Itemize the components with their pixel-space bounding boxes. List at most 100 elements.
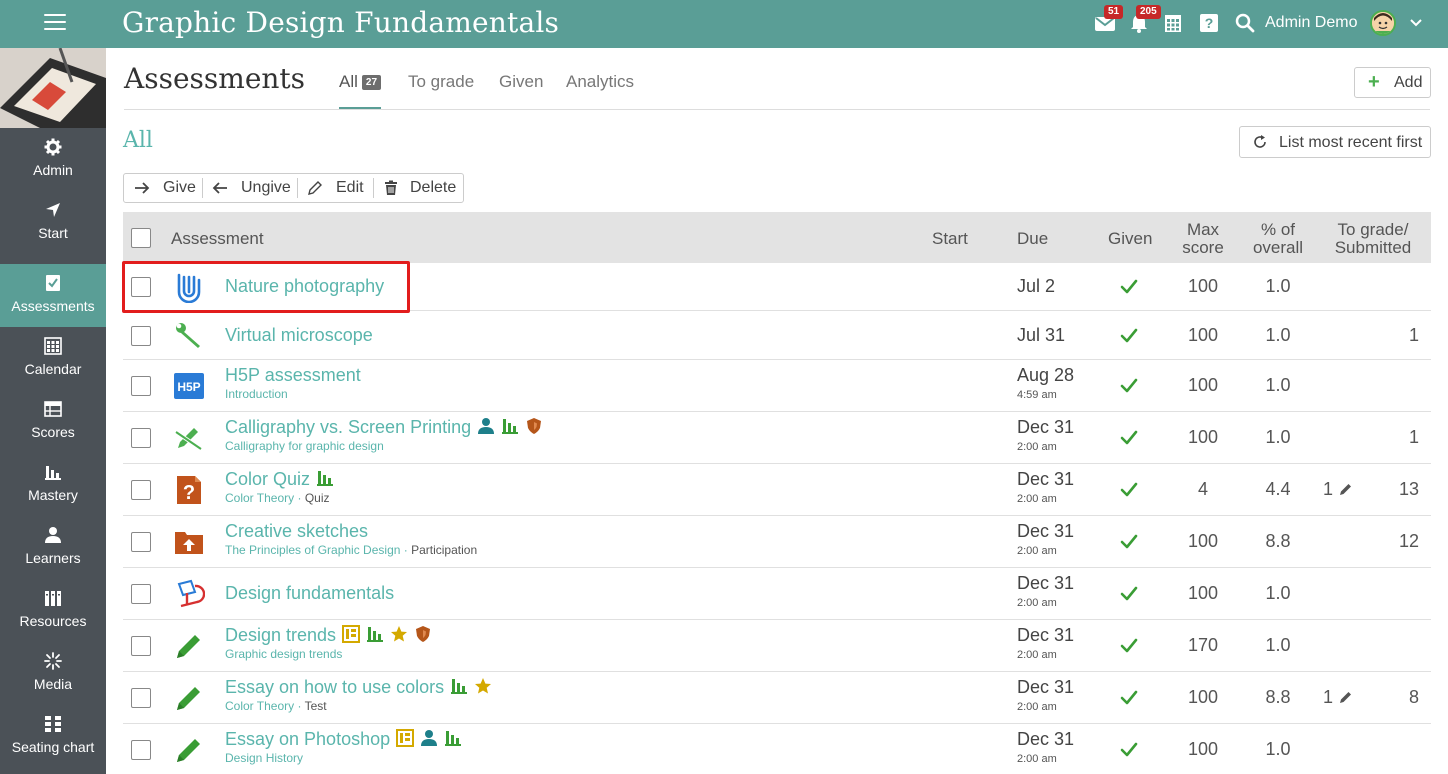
row-checkbox[interactable] [131, 277, 151, 297]
sidebar-item-seating-chart[interactable]: Seating chart [0, 705, 106, 768]
assessment-name[interactable]: Essay on how to use colors [225, 677, 492, 698]
chevron-down-icon[interactable] [1408, 14, 1424, 30]
table-row[interactable]: Creative sketches The Principles of Graph… [123, 516, 1431, 568]
assessment-subtitle[interactable]: The Principles of Graphic Design · Parti… [225, 543, 477, 557]
table-row[interactable]: Design fundamentals Dec 31 2:00 am 100 1.0 [123, 568, 1431, 620]
assessment-category[interactable]: The Principles of Graphic Design [225, 543, 400, 557]
assessment-name[interactable]: Calligraphy vs. Screen Printing [225, 417, 543, 438]
submitted-count[interactable]: 8 [1383, 687, 1419, 708]
assessment-category[interactable]: Introduction [225, 387, 288, 401]
row-checkbox[interactable] [131, 532, 151, 552]
table-row[interactable]: Calligraphy vs. Screen Printing Calligrap… [123, 412, 1431, 464]
assessment-name[interactable]: Design trends [225, 625, 432, 646]
assessment-category[interactable]: Graphic design trends [225, 647, 342, 661]
avatar[interactable] [1370, 10, 1396, 36]
assessment-category[interactable]: Color Theory [225, 699, 294, 713]
row-checkbox[interactable] [131, 740, 151, 760]
row-checkbox[interactable] [131, 688, 151, 708]
row-checkbox[interactable] [131, 636, 151, 656]
assessment-category[interactable]: Design History [225, 751, 303, 765]
sidebar-item-scores[interactable]: Scores [0, 390, 106, 453]
sidebar-item-media[interactable]: Media [0, 642, 106, 705]
user-name[interactable]: Admin Demo [1265, 14, 1357, 32]
assessment-subtitle[interactable]: Graphic design trends [225, 647, 342, 661]
submitted-count[interactable]: 12 [1383, 531, 1419, 552]
to-grade-count[interactable]: 1 [1323, 687, 1353, 708]
assessment-link[interactable]: Color Quiz [225, 469, 310, 489]
row-checkbox[interactable] [131, 428, 151, 448]
assessment-link[interactable]: Nature photography [225, 276, 384, 296]
assessment-category[interactable]: Color Theory [225, 491, 294, 505]
submitted-count[interactable]: 1 [1383, 325, 1419, 346]
submitted-count[interactable]: 13 [1383, 479, 1419, 500]
table-row[interactable]: Essay on Photoshop Design History Dec 31 2:… [123, 724, 1431, 774]
search-icon[interactable] [1234, 12, 1256, 34]
column-header-given[interactable]: Given [1108, 230, 1152, 248]
assessment-name[interactable]: Virtual microscope [225, 325, 373, 346]
edit-button[interactable]: Edit [297, 174, 373, 202]
assessment-link[interactable]: Calligraphy vs. Screen Printing [225, 417, 471, 437]
table-row[interactable]: Nature photography Jul 2 100 1.0 [123, 263, 1431, 311]
assessment-category[interactable]: Calligraphy for graphic design [225, 439, 384, 453]
column-header-due[interactable]: Due [1017, 230, 1048, 248]
assessment-name[interactable]: Creative sketches [225, 521, 368, 542]
assessment-link[interactable]: Essay on Photoshop [225, 729, 390, 749]
column-header-assessment[interactable]: Assessment [171, 230, 264, 248]
course-thumbnail[interactable] [0, 48, 106, 128]
row-checkbox[interactable] [131, 376, 151, 396]
table-row[interactable]: Essay on how to use colors Color Theory ·… [123, 672, 1431, 724]
assessment-link[interactable]: Virtual microscope [225, 325, 373, 345]
assessment-name[interactable]: Design fundamentals [225, 583, 394, 604]
sidebar-item-learners[interactable]: Learners [0, 516, 106, 579]
assessment-subtitle[interactable]: Design History [225, 751, 303, 765]
calendar-icon[interactable] [1162, 12, 1184, 34]
assessment-link[interactable]: Design fundamentals [225, 583, 394, 603]
menu-icon[interactable] [44, 14, 66, 32]
sidebar-item-start[interactable]: Start [0, 191, 106, 254]
table-row[interactable]: ? Color Quiz Color Theory · Quiz Dec 31 2:00… [123, 464, 1431, 516]
assessment-link[interactable]: Essay on how to use colors [225, 677, 444, 697]
sidebar-item-resources[interactable]: Resources [0, 579, 106, 642]
assessment-name[interactable]: Essay on Photoshop [225, 729, 462, 750]
row-checkbox[interactable] [131, 584, 151, 604]
sidebar-item-calendar[interactable]: Calendar [0, 327, 106, 390]
tab-given[interactable]: Given [499, 72, 543, 110]
column-header-percent-overall[interactable]: % of overall [1243, 221, 1313, 257]
assessment-subtitle[interactable]: Introduction [225, 387, 288, 401]
sort-button[interactable]: List most recent first [1239, 126, 1431, 158]
add-button[interactable]: + Add [1354, 67, 1431, 98]
sidebar-item-mastery[interactable]: Mastery [0, 453, 106, 516]
assessment-link[interactable]: Design trends [225, 625, 336, 645]
assessment-subtitle[interactable]: Calligraphy for graphic design [225, 439, 384, 453]
assessment-link[interactable]: Creative sketches [225, 521, 368, 541]
notifications-icon[interactable]: 205 [1128, 5, 1161, 34]
tab-to-grade[interactable]: To grade [408, 72, 474, 110]
tab-all[interactable]: All 27 [339, 72, 382, 110]
assessment-name[interactable]: H5P assessment [225, 365, 361, 386]
assessment-link[interactable]: H5P assessment [225, 365, 361, 385]
table-row[interactable]: Design trends Graphic design trends Dec 31… [123, 620, 1431, 672]
assessment-name[interactable]: Color Quiz [225, 469, 334, 490]
give-button[interactable]: Give [124, 174, 202, 202]
select-all-checkbox[interactable] [131, 228, 151, 248]
delete-button[interactable]: Delete [373, 174, 465, 202]
help-icon[interactable]: ? [1198, 12, 1220, 34]
messages-icon[interactable]: 51 [1094, 5, 1124, 34]
messages-badge: 51 [1104, 5, 1124, 19]
column-header-start[interactable]: Start [932, 230, 968, 248]
assessment-subtitle[interactable]: Color Theory · Test [225, 699, 327, 713]
ungive-button[interactable]: Ungive [202, 174, 297, 202]
assessment-subtitle[interactable]: Color Theory · Quiz [225, 491, 330, 505]
sidebar-item-admin[interactable]: Admin [0, 128, 106, 191]
submitted-count[interactable]: 1 [1383, 427, 1419, 448]
row-checkbox[interactable] [131, 325, 151, 346]
tab-analytics[interactable]: Analytics [566, 72, 634, 110]
row-checkbox[interactable] [131, 480, 151, 500]
table-row[interactable]: H5P H5P assessment Introduction Aug 28 4:59 … [123, 360, 1431, 412]
table-row[interactable]: Virtual microscope Jul 31 100 1.0 1 [123, 311, 1431, 360]
column-header-to-grade[interactable]: To grade/Submitted [1323, 221, 1423, 257]
to-grade-count[interactable]: 1 [1323, 479, 1353, 500]
sidebar-item-assessments[interactable]: Assessments [0, 264, 106, 327]
assessment-name[interactable]: Nature photography [225, 276, 384, 297]
column-header-max-score[interactable]: Max score [1173, 221, 1233, 257]
